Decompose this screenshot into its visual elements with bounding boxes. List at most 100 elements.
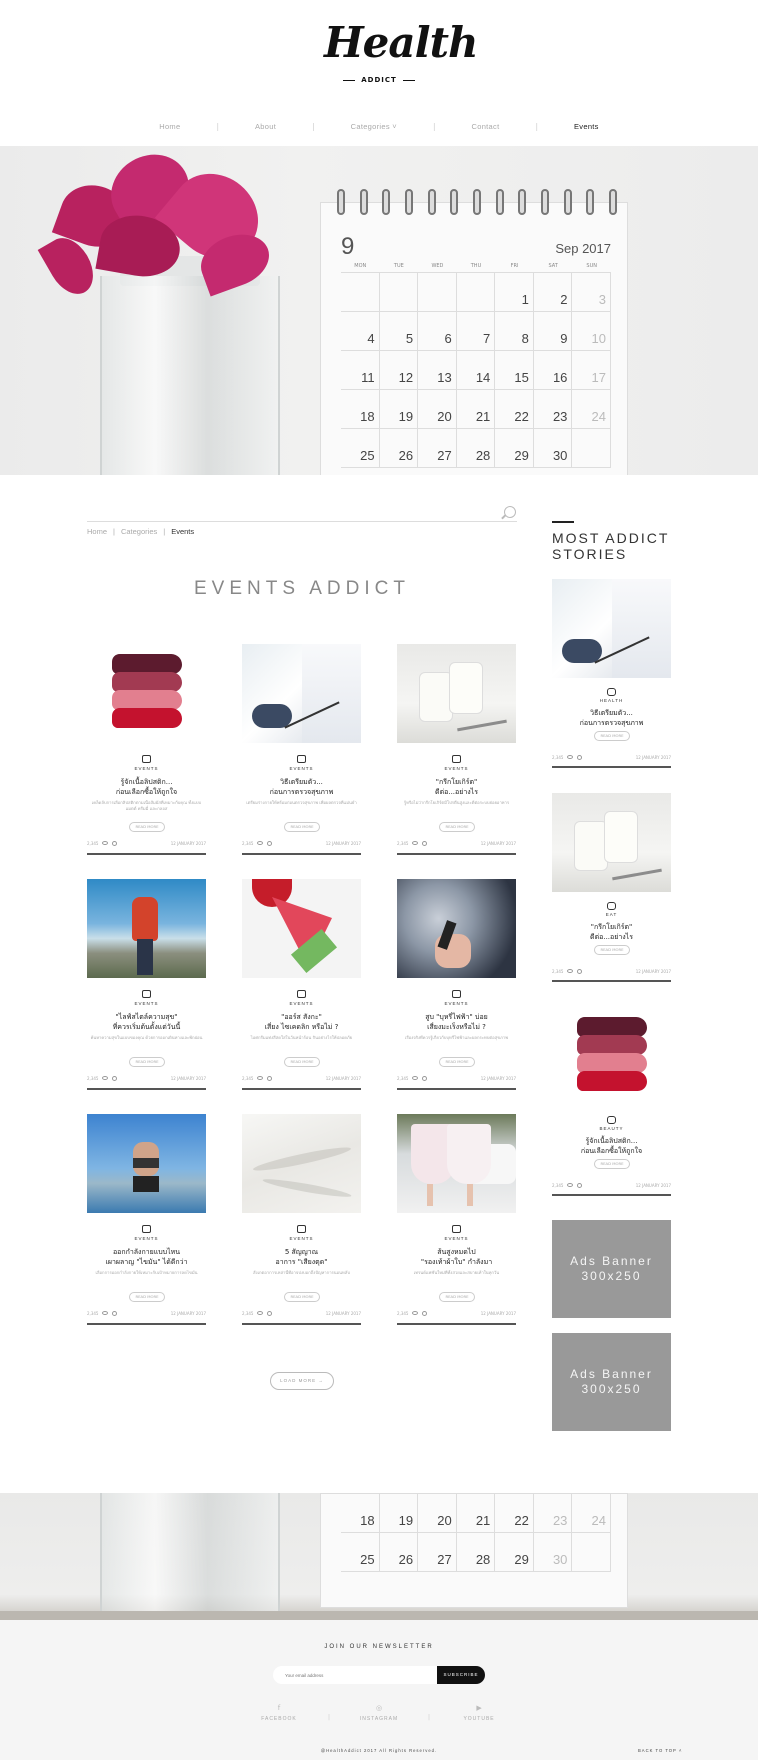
nav-events[interactable]: Events	[538, 122, 635, 131]
load-more-button[interactable]: LOAD MORE →	[270, 1372, 334, 1390]
read-more-button[interactable]: READ MORE	[594, 945, 630, 955]
story-category[interactable]: BEAUTY	[552, 1126, 671, 1131]
share-icon[interactable]	[267, 1310, 273, 1316]
sidebar-story[interactable]: HEALTH วิธีเตรียมตัว... ก่อนการตรวจสุขภาพ R…	[552, 579, 671, 779]
story-category[interactable]: HEALTH	[552, 698, 671, 703]
calendar-day-cell: 23	[533, 1494, 573, 1533]
card-excerpt: เทรนด์แฟชั่นใหม่ที่ทั้งสวยและสบายเท้าในท…	[413, 1270, 500, 1275]
calendar-day-cell: 26	[379, 429, 419, 468]
social-youtube[interactable]: ▶ YOUTUBE	[454, 1704, 504, 1722]
card-category[interactable]: EVENTS	[87, 766, 206, 771]
calendar-day-cell: 13	[418, 351, 457, 390]
card-title[interactable]: วิธีเตรียมตัว... ก่อนการตรวจสุขภาพ	[242, 777, 361, 797]
card-category[interactable]: EVENTS	[242, 766, 361, 771]
calendar-ring	[427, 189, 436, 215]
share-icon[interactable]	[577, 968, 583, 974]
sidebar-story[interactable]: EAT "กรีกโยเกิร์ต" ดีต่อ...อย่างไร READ MOR…	[552, 793, 671, 993]
event-card[interactable]: EVENTS วิธีเตรียมตัว... ก่อนการตรวจสุขภาพเ…	[242, 644, 361, 859]
calendar-weekday: MON	[354, 263, 367, 269]
nav-categories[interactable]: Categories ˅	[315, 122, 433, 131]
ad-banner[interactable]: Ads Banner 300x250	[552, 1333, 671, 1431]
subscribe-button[interactable]: SUBSCRIBE	[437, 1666, 485, 1684]
card-category[interactable]: EVENTS	[397, 1001, 516, 1006]
event-card[interactable]: EVENTS "กรีกโยเกิร์ต" ดีต่อ...อย่างไร รู้หร…	[397, 644, 516, 859]
breadcrumb-home[interactable]: Home	[87, 527, 107, 536]
event-card[interactable]: EVENTS "ไลฟ์สไตล์ความสุข" ที่ควรเริ่มต้นตั…	[87, 879, 206, 1094]
read-more-button[interactable]: READ MORE	[284, 822, 320, 832]
card-title-line: เสี่ยง ไซเคดลิก หรือไม่ ?	[264, 1023, 339, 1031]
share-icon[interactable]	[267, 840, 273, 846]
read-more-button[interactable]: READ MORE	[129, 1292, 165, 1302]
event-card[interactable]: EVENTS ส้นสูงหมดไป "รองเท้าผ้าใบ" กำลังมาเ…	[397, 1114, 516, 1329]
nav-home[interactable]: Home	[123, 122, 216, 131]
event-card[interactable]: EVENTS สูบ "บุหรี่ไฟฟ้า" บ่อย เสี่ยงมะเร็ง…	[397, 879, 516, 1094]
card-category[interactable]: EVENTS	[242, 1236, 361, 1241]
share-icon[interactable]	[422, 840, 428, 846]
event-card[interactable]: EVENTS 5 สัญญาณ อาการ "เสียงตุด" สังเกตอากา…	[242, 1114, 361, 1329]
lipstick-swatch-image	[552, 1007, 671, 1106]
calendar-day-cell	[456, 273, 496, 312]
nav-contact[interactable]: Contact	[436, 122, 536, 131]
card-title-line: ที่ควรเริ่มต้นตั้งแต่วันนี้	[112, 1023, 181, 1031]
read-more-button[interactable]: READ MORE	[594, 731, 630, 741]
social-instagram[interactable]: ◎ INSTAGRAM	[354, 1704, 404, 1722]
read-more-button[interactable]: READ MORE	[439, 822, 475, 832]
share-icon[interactable]	[422, 1310, 428, 1316]
read-more-button[interactable]: READ MORE	[439, 1292, 475, 1302]
card-title-line: รู้จักเนื้อลิปสติก...	[120, 778, 173, 786]
card-category[interactable]: EVENTS	[242, 1001, 361, 1006]
yogurt-image	[552, 793, 671, 892]
ad-banner[interactable]: Ads Banner 300x250	[552, 1220, 671, 1318]
card-title[interactable]: ออกกำลังกายแบบไหน เผาผลาญ "ไขมัน" ได้ดีกว…	[87, 1247, 206, 1267]
read-more-button[interactable]: READ MORE	[439, 1057, 475, 1067]
card-title-line: "ไลฟ์สไตล์ความสุข"	[115, 1013, 178, 1021]
story-title[interactable]: "กรีกโยเกิร์ต" ดีต่อ...อย่างไร	[552, 922, 671, 942]
read-more-button[interactable]: READ MORE	[284, 1292, 320, 1302]
event-card[interactable]: EVENTS "ออร์ส สังกะ" เสี่ยง ไซเคดลิก หรือไ…	[242, 879, 361, 1094]
share-icon[interactable]	[112, 1075, 118, 1081]
card-title-line: 5 สัญญาณ	[284, 1248, 319, 1256]
card-title[interactable]: "ไลฟ์สไตล์ความสุข" ที่ควรเริ่มต้นตั้งแต่ว…	[87, 1012, 206, 1032]
story-title[interactable]: วิธีเตรียมตัว... ก่อนการตรวจสุขภาพ	[552, 708, 671, 728]
share-icon[interactable]	[112, 1310, 118, 1316]
calendar-day-cell: 4	[341, 312, 380, 351]
card-title[interactable]: "กรีกโยเกิร์ต" ดีต่อ...อย่างไร	[397, 777, 516, 797]
share-icon[interactable]	[422, 1075, 428, 1081]
nav-about[interactable]: About	[219, 122, 312, 131]
read-more-button[interactable]: READ MORE	[129, 822, 165, 832]
site-logo[interactable]: Health ADDICT	[0, 18, 758, 88]
story-title-line: ดีต่อ...อย่างไร	[590, 933, 633, 941]
back-to-top-link[interactable]: BACK TO TOP ˄	[638, 1748, 682, 1753]
story-title[interactable]: รู้จักเนื้อลิปสติก... ก่อนเลือกซื้อให้ถูก…	[552, 1136, 671, 1156]
calendar-day-number: 27	[437, 1552, 452, 1567]
card-title[interactable]: 5 สัญญาณ อาการ "เสียงตุด"	[242, 1247, 361, 1267]
card-title[interactable]: สูบ "บุหรี่ไฟฟ้า" บ่อย เสี่ยงมะเร็งหรือไม…	[397, 1012, 516, 1032]
newsletter-email-input[interactable]	[273, 1666, 437, 1684]
search-icon[interactable]	[504, 506, 516, 518]
sidebar-story[interactable]: BEAUTY รู้จักเนื้อลิปสติก... ก่อนเลือกซื้อ…	[552, 1007, 671, 1207]
share-icon[interactable]	[112, 840, 118, 846]
card-title[interactable]: รู้จักเนื้อลิปสติก... ก่อนเลือกซื้อให้ถูก…	[87, 777, 206, 797]
post-date: 12 JANUARY 2017	[480, 1075, 516, 1081]
card-title[interactable]: ส้นสูงหมดไป "รองเท้าผ้าใบ" กำลังมา	[397, 1247, 516, 1267]
doctor-coat	[612, 579, 671, 678]
read-more-button[interactable]: READ MORE	[129, 1057, 165, 1067]
card-category[interactable]: EVENTS	[397, 766, 516, 771]
breadcrumb-categories[interactable]: Categories	[121, 527, 157, 536]
story-category[interactable]: EAT	[552, 912, 671, 917]
card-category[interactable]: EVENTS	[87, 1236, 206, 1241]
tulle-skirt	[447, 1124, 491, 1184]
event-card[interactable]: EVENTS ออกกำลังกายแบบไหน เผาผลาญ "ไขมัน" ไ…	[87, 1114, 206, 1329]
read-more-button[interactable]: READ MORE	[284, 1057, 320, 1067]
share-icon[interactable]	[267, 1075, 273, 1081]
card-category[interactable]: EVENTS	[87, 1001, 206, 1006]
read-more-button[interactable]: READ MORE	[594, 1159, 630, 1169]
calendar-day-cell: 25	[341, 1533, 380, 1572]
event-card[interactable]: EVENTS รู้จักเนื้อลิปสติก... ก่อนเลือกซื้อ…	[87, 644, 206, 859]
card-category[interactable]: EVENTS	[397, 1236, 516, 1241]
share-icon[interactable]	[577, 1182, 583, 1188]
card-title[interactable]: "ออร์ส สังกะ" เสี่ยง ไซเคดลิก หรือไม่ ?	[242, 1012, 361, 1032]
share-icon[interactable]	[577, 754, 583, 760]
view-count: 2,345	[242, 1310, 254, 1316]
social-facebook[interactable]: f FACEBOOK	[254, 1704, 304, 1722]
